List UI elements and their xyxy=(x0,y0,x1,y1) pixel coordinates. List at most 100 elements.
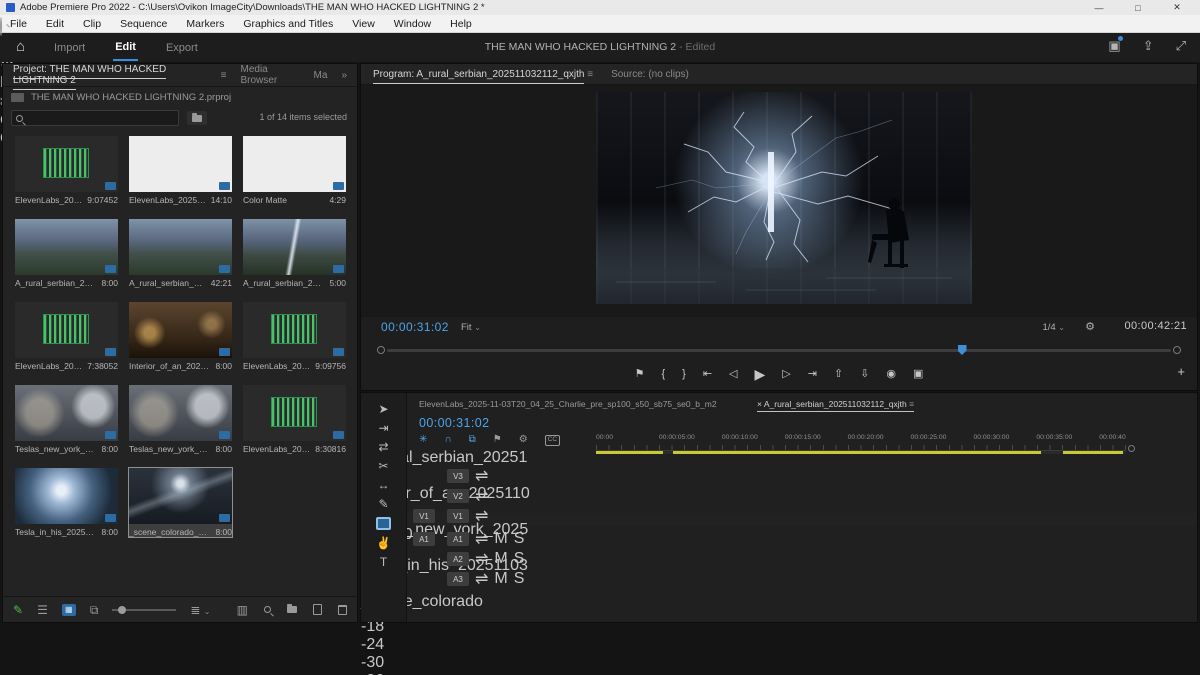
track-solo-button[interactable]: S xyxy=(514,550,525,568)
lift-button[interactable]: ⇧ xyxy=(834,369,843,380)
project-item[interactable]: Tesla_in_his_2025110...8:00 xyxy=(15,468,118,537)
menu-sequence[interactable]: Sequence xyxy=(120,18,167,30)
track-target-a2[interactable]: A2 xyxy=(447,552,469,566)
playback-resolution-dropdown[interactable]: 1/4 ⌄ xyxy=(1042,322,1065,333)
track-mute-button[interactable]: M xyxy=(494,570,507,588)
fullscreen-icon[interactable]: ⤢ xyxy=(1176,38,1186,54)
go-to-in-button[interactable]: ⇤ xyxy=(703,369,712,380)
menu-view[interactable]: View xyxy=(352,18,375,30)
track-sync-icon[interactable]: ⇌ xyxy=(475,569,488,589)
scrubber-zoom-handle-right[interactable] xyxy=(1173,346,1181,354)
find-button[interactable] xyxy=(264,606,271,613)
track-sync-icon[interactable]: ⇌ xyxy=(475,466,488,486)
timeline-tab-active[interactable]: × A_rural_serbian_202511032112_qxjth ≡ xyxy=(757,399,914,412)
track-target-v3[interactable]: V3 xyxy=(447,469,469,483)
icon-view-button[interactable]: ▦ xyxy=(62,604,76,616)
fit-dropdown[interactable]: Fit ⌄ xyxy=(461,322,481,333)
close-button[interactable]: ✕ xyxy=(1160,2,1194,13)
tab-project[interactable]: Project: THE MAN WHO HACKED LIGHTNING 2 xyxy=(13,64,166,90)
source-patch-v1[interactable]: V1 xyxy=(413,509,435,523)
menu-clip[interactable]: Clip xyxy=(83,18,101,30)
minimize-button[interactable]: — xyxy=(1082,3,1116,13)
program-scrubber[interactable] xyxy=(377,345,1181,355)
menu-window[interactable]: Window xyxy=(394,18,431,30)
step-forward-button[interactable]: ▷ xyxy=(782,369,790,380)
track-target-v2[interactable]: V2 xyxy=(447,489,469,503)
rectangle-tool[interactable]: ▭ xyxy=(376,517,391,530)
tab-source[interactable]: Source: (no clips) xyxy=(611,69,689,80)
project-item[interactable]: ElevenLabs_2025-...7:38052 xyxy=(15,302,118,371)
import-progress-icon[interactable]: ▣ xyxy=(1108,38,1120,54)
project-item[interactable]: ElevenLabs_2025-...9:09756 xyxy=(243,302,346,371)
project-item[interactable]: ElevenLabs_2025-...8:30816 xyxy=(243,385,346,454)
tab-media-browser[interactable]: Media Browser xyxy=(240,64,299,86)
new-bin-button[interactable] xyxy=(287,606,297,613)
sort-icons-button[interactable]: ≣ ⌄ xyxy=(190,604,210,616)
program-timecode[interactable]: 00:00:31:02 xyxy=(381,320,449,334)
menu-graphics-and-titles[interactable]: Graphics and Titles xyxy=(243,18,333,30)
ruler-end-handle[interactable] xyxy=(1128,445,1135,452)
menu-file[interactable]: File xyxy=(10,18,27,30)
freeform-view-button[interactable]: ⧉ xyxy=(90,604,99,616)
tab-truncated[interactable]: Ma xyxy=(314,70,328,81)
time-ruler[interactable]: 00:0000:00:05:0000:00:10:0000:00:15:0000… xyxy=(596,431,1126,451)
list-view-button[interactable]: ☰ xyxy=(37,604,48,616)
program-panel-menu-icon[interactable]: ≡ xyxy=(587,69,593,80)
scrubber-zoom-handle-left[interactable] xyxy=(377,346,385,354)
track-solo-button[interactable]: S xyxy=(514,530,525,548)
track-target-a1[interactable]: A1 xyxy=(447,532,469,546)
button-editor-plus[interactable]: + xyxy=(1177,364,1185,379)
extract-button[interactable]: ⇩ xyxy=(860,369,869,380)
project-panel-menu-icon[interactable]: ≡ xyxy=(221,70,227,81)
menu-markers[interactable]: Markers xyxy=(186,18,224,30)
track-sync-icon[interactable]: ⇌ xyxy=(475,506,488,526)
search-input[interactable] xyxy=(11,110,179,126)
track-sync-icon[interactable]: ⇌ xyxy=(475,486,488,506)
track-select-forward-tool[interactable]: ⇥ xyxy=(378,422,388,434)
project-item[interactable]: A_rural_serbian_2025...8:00 xyxy=(15,219,118,288)
project-item[interactable]: ElevenLabs_2025-11-...14:10 xyxy=(129,136,232,205)
track-solo-button[interactable]: S xyxy=(514,570,525,588)
project-item[interactable]: A_rural_serbian_202...42:21 xyxy=(129,219,232,288)
quick-export-icon[interactable]: ⇪ xyxy=(1143,38,1154,54)
tab-close-icon[interactable]: × xyxy=(757,399,762,409)
export-frame-button[interactable]: ◉ xyxy=(886,369,896,380)
slip-tool[interactable]: ↔ xyxy=(378,479,390,491)
selection-tool[interactable]: ➤ xyxy=(378,403,388,415)
project-item[interactable]: _scene_colorado_2025...8:00 xyxy=(129,468,232,537)
project-item[interactable]: Teslas_new_york_202...8:00 xyxy=(15,385,118,454)
type-tool[interactable]: T xyxy=(380,556,387,568)
mark-out-button[interactable]: } xyxy=(682,369,686,380)
automate-to-sequence-button[interactable]: ▥ xyxy=(237,604,248,616)
menu-help[interactable]: Help xyxy=(450,18,472,30)
new-item-button[interactable] xyxy=(313,604,322,615)
project-item[interactable]: Teslas_new_york_202...8:00 xyxy=(129,385,232,454)
comparison-view-button[interactable]: ▣ xyxy=(913,369,923,380)
tab-overflow-icon[interactable]: » xyxy=(341,70,347,81)
hand-tool[interactable]: ✌ xyxy=(376,537,391,549)
ripple-edit-tool[interactable]: ⇄ xyxy=(378,441,388,453)
search-bin-button[interactable] xyxy=(187,111,207,125)
program-settings-wrench-icon[interactable]: ⚙ xyxy=(1085,320,1095,333)
menu-edit[interactable]: Edit xyxy=(46,18,64,30)
razor-tool[interactable]: ✂ xyxy=(378,460,388,472)
tab-program[interactable]: Program: A_rural_serbian_202511032112_qx… xyxy=(373,69,584,84)
track-sync-icon[interactable]: ⇌ xyxy=(475,529,488,549)
writable-pencil-icon[interactable]: ✎ xyxy=(13,604,23,616)
track-target-v1[interactable]: V1 xyxy=(447,509,469,523)
track-mute-button[interactable]: M xyxy=(494,530,507,548)
project-item[interactable]: A_rural_serbian_2025...5:00 xyxy=(243,219,346,288)
step-back-button[interactable]: ◁ xyxy=(729,369,737,380)
project-item[interactable]: Interior_of_an_202511...8:00 xyxy=(129,302,232,371)
delete-button[interactable] xyxy=(338,605,347,615)
pen-tool[interactable]: ✎ xyxy=(378,498,388,510)
project-item[interactable]: Color Matte4:29 xyxy=(243,136,346,205)
thumbnail-zoom-slider[interactable] xyxy=(112,609,176,611)
track-mute-button[interactable]: M xyxy=(494,550,507,568)
restore-button[interactable]: □ xyxy=(1121,3,1155,13)
add-marker-button[interactable]: ⚑ xyxy=(635,369,645,380)
play-button[interactable]: ▶ xyxy=(755,367,766,381)
project-item[interactable]: ElevenLabs_2025-...9:07452 xyxy=(15,136,118,205)
mark-in-button[interactable]: { xyxy=(661,369,665,380)
go-to-out-button[interactable]: ⇥ xyxy=(808,369,817,380)
